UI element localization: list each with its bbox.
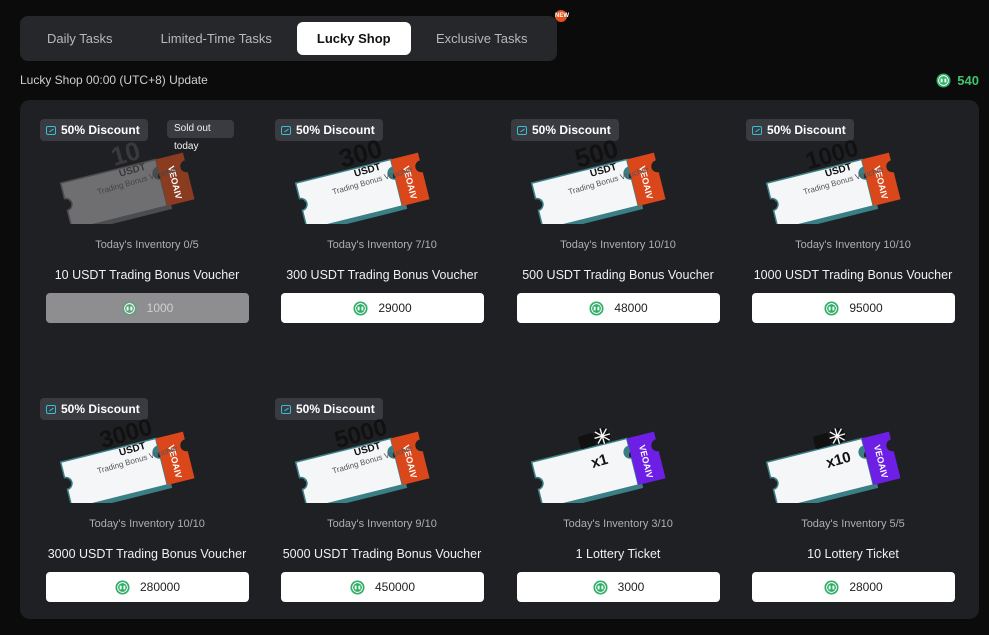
price-value: 450000: [374, 580, 416, 594]
voucher-ticket-icon: VEOAIV 3000 USDT Trading Bonus Voucher: [59, 417, 195, 503]
shop-item-card: VEOAIV x1 Today's Inventory 3/10 1 Lotter…: [491, 379, 720, 609]
tab-limited-time-tasks[interactable]: Limited-Time Tasks: [136, 22, 297, 55]
discount-label: 50% Discount: [296, 123, 375, 137]
discount-icon: [517, 125, 527, 135]
redeem-price-button[interactable]: 28000: [752, 572, 955, 602]
discount-icon: [46, 125, 56, 135]
lottery-ticket-icon: VEOAIV x1: [530, 428, 666, 503]
shop-item-card: 50% Discount VEOAIV 5000 USDT Trading Bo…: [255, 379, 484, 609]
price-value: 48000: [614, 301, 648, 315]
shop-item-card: 50% Discount VEOAIV 1000 USDT Trading Bo…: [726, 100, 955, 330]
item-title: 10 Lottery Ticket: [807, 547, 899, 561]
shop-panel: 50% Discount Sold out today VEOAIV 10 USD…: [20, 100, 979, 619]
redeem-price-button[interactable]: 3000: [517, 572, 720, 602]
price-value: 3000: [617, 580, 645, 594]
price-coin-icon: [122, 300, 137, 316]
discount-icon: [46, 404, 56, 414]
inventory-text: Today's Inventory 3/10: [563, 518, 673, 530]
price-value: 280000: [139, 580, 181, 594]
redeem-price-button[interactable]: 95000: [752, 293, 955, 323]
inventory-text: Today's Inventory 10/10: [795, 239, 911, 251]
price-value: 1000: [146, 301, 174, 315]
lottery-ticket-icon: VEOAIV x10: [765, 428, 901, 503]
tab-exclusive-tasks[interactable]: Exclusive Tasks NEW: [411, 10, 569, 55]
price-coin-icon: [824, 579, 839, 595]
redeem-price-button[interactable]: 450000: [281, 572, 484, 602]
redeem-price-button[interactable]: 1000: [46, 293, 249, 323]
item-title: 10 USDT Trading Bonus Voucher: [54, 268, 240, 282]
item-title: 500 USDT Trading Bonus Voucher: [522, 268, 714, 282]
discount-label: 50% Discount: [61, 123, 140, 137]
discount-icon: [281, 404, 291, 414]
voucher-ticket-icon: VEOAIV 1000 USDT Trading Bonus Voucher: [765, 138, 901, 224]
redeem-price-button[interactable]: 29000: [281, 293, 484, 323]
item-title: 3000 USDT Trading Bonus Voucher: [47, 547, 247, 561]
price-value: 29000: [378, 301, 412, 315]
item-title: 5000 USDT Trading Bonus Voucher: [282, 547, 482, 561]
inventory-text: Today's Inventory 5/5: [801, 518, 905, 530]
shop-item-card: 50% Discount VEOAIV 300 USDT Trading Bon…: [255, 100, 484, 330]
redeem-price-button[interactable]: 48000: [517, 293, 720, 323]
tab-exclusive-tasks-label: Exclusive Tasks: [436, 31, 528, 46]
item-title: 1000 USDT Trading Bonus Voucher: [753, 268, 953, 282]
task-tab-bar: Daily Tasks Limited-Time Tasks Lucky Sho…: [20, 10, 569, 61]
item-title: 1 Lottery Ticket: [575, 547, 661, 561]
voucher-ticket-icon: VEOAIV 10 USDT Trading Bonus Voucher: [59, 138, 195, 224]
discount-icon: [752, 125, 762, 135]
inventory-text: Today's Inventory 10/10: [89, 518, 205, 530]
sold-out-badge: Sold out today: [167, 120, 234, 152]
new-badge: NEW: [555, 10, 569, 22]
points-balance: 540: [936, 73, 979, 88]
price-coin-icon: [353, 300, 368, 316]
item-title: 300 USDT Trading Bonus Voucher: [286, 268, 478, 282]
shop-item-card: 50% Discount VEOAIV 3000 USDT Trading Bo…: [20, 379, 249, 609]
discount-label: 50% Discount: [296, 402, 375, 416]
price-coin-icon: [824, 300, 839, 316]
price-coin-icon: [350, 579, 365, 595]
redeem-price-button[interactable]: 280000: [46, 572, 249, 602]
inventory-text: Today's Inventory 7/10: [327, 239, 437, 251]
discount-label: 50% Discount: [532, 123, 611, 137]
inventory-text: Today's Inventory 0/5: [95, 239, 199, 251]
inventory-text: Today's Inventory 9/10: [327, 518, 437, 530]
shop-item-card: 50% Discount Sold out today VEOAIV 10 USD…: [20, 100, 249, 330]
price-coin-icon: [589, 300, 604, 316]
shop-item-card: 50% Discount VEOAIV 500 USDT Trading Bon…: [491, 100, 720, 330]
voucher-ticket-icon: VEOAIV 300 USDT Trading Bonus Voucher: [294, 138, 430, 224]
price-coin-icon: [115, 579, 130, 595]
voucher-ticket-icon: VEOAIV 5000 USDT Trading Bonus Voucher: [294, 417, 430, 503]
points-balance-value: 540: [957, 73, 979, 88]
discount-label: 50% Discount: [61, 402, 140, 416]
voucher-ticket-icon: VEOAIV 500 USDT Trading Bonus Voucher: [530, 138, 666, 224]
price-value: 28000: [849, 580, 883, 594]
price-coin-icon: [593, 579, 608, 595]
shop-update-text: Lucky Shop 00:00 (UTC+8) Update: [20, 73, 208, 87]
discount-label: 50% Discount: [767, 123, 846, 137]
points-coin-icon: [936, 73, 951, 88]
shop-item-card: VEOAIV x10 Today's Inventory 5/5 10 Lotte…: [726, 379, 955, 609]
tab-daily-tasks[interactable]: Daily Tasks: [24, 22, 136, 55]
tab-lucky-shop[interactable]: Lucky Shop: [296, 22, 411, 55]
price-value: 95000: [849, 301, 883, 315]
discount-icon: [281, 125, 291, 135]
inventory-text: Today's Inventory 10/10: [560, 239, 676, 251]
